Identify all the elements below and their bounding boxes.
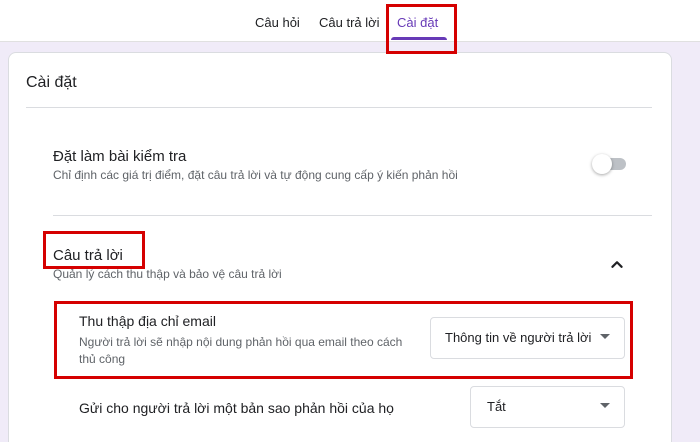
quiz-setting-description: Chỉ định các giá trị điểm, đặt câu trả l… bbox=[53, 168, 458, 182]
collect-email-description-line1: Người trả lời sẽ nhập nội dung phản hồi … bbox=[79, 335, 403, 349]
dropdown-arrow-icon bbox=[600, 403, 610, 408]
chevron-up-icon[interactable] bbox=[606, 254, 628, 276]
responses-section-description: Quản lý cách thu thập và bảo vệ câu trả … bbox=[53, 267, 282, 281]
send-copy-dropdown[interactable]: Tắt bbox=[470, 386, 625, 428]
collect-email-selected: Thông tin về người trả lời bbox=[445, 330, 592, 345]
collect-email-title: Thu thập địa chỉ email bbox=[79, 313, 216, 329]
active-tab-indicator bbox=[391, 37, 447, 40]
section-divider bbox=[53, 215, 652, 216]
page-title: Cài đặt bbox=[26, 74, 77, 91]
title-divider bbox=[26, 107, 652, 108]
top-tab-bar: Câu hỏi Câu trả lời Cài đặt bbox=[0, 0, 700, 42]
collect-email-description-line2: thủ công bbox=[79, 352, 126, 366]
send-copy-selected: Tắt bbox=[487, 399, 506, 414]
tab-settings[interactable]: Cài đặt bbox=[397, 15, 438, 30]
dropdown-arrow-icon bbox=[600, 334, 610, 339]
toggle-knob bbox=[592, 154, 612, 174]
collect-email-dropdown[interactable]: Thông tin về người trả lời bbox=[430, 317, 625, 359]
quiz-setting-title: Đặt làm bài kiểm tra bbox=[53, 148, 187, 165]
quiz-toggle[interactable] bbox=[592, 154, 626, 174]
send-copy-title: Gửi cho người trả lời một bản sao phản h… bbox=[79, 400, 394, 416]
responses-section-title[interactable]: Câu trả lời bbox=[53, 247, 123, 264]
tab-questions[interactable]: Câu hỏi bbox=[255, 15, 300, 30]
tab-responses[interactable]: Câu trả lời bbox=[319, 15, 380, 30]
